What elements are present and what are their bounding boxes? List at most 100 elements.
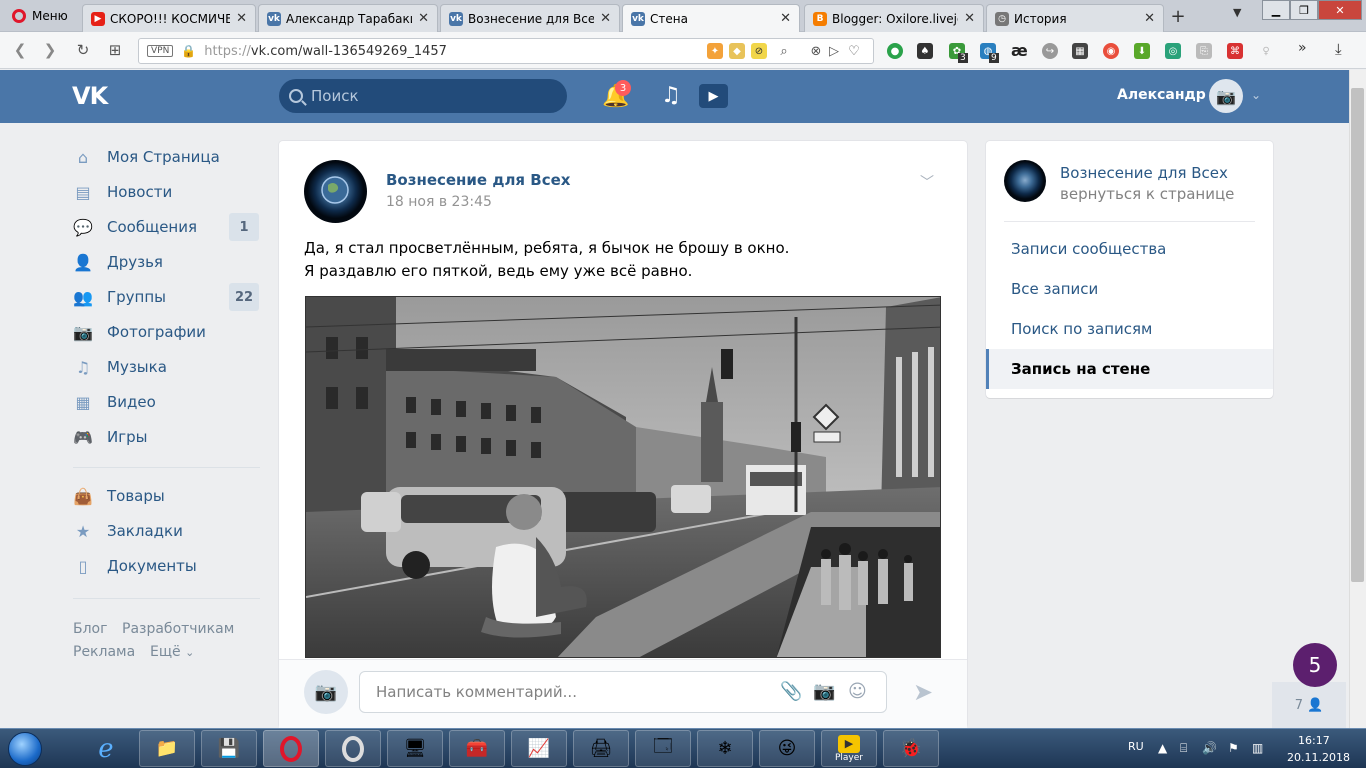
browser-tab[interactable]: vk Александр Тарабакин ✕ (258, 4, 438, 32)
smiley-app-icon[interactable]: 😜 (759, 730, 815, 767)
vk-logo[interactable]: VK (72, 82, 114, 110)
browser-tab[interactable]: vk Вознесение для Всех ✕ (440, 4, 620, 32)
more-extensions-icon[interactable]: » (1298, 40, 1307, 56)
cube-extension-icon[interactable]: ◆ (729, 43, 745, 59)
download-extension-icon[interactable]: ⬇ (1134, 43, 1150, 59)
sidebar-item-music[interactable]: ♫ Музыка (73, 351, 259, 383)
sidebar-item-news[interactable]: ▤ Новости (73, 176, 259, 208)
control-panel-icon[interactable]: 🗔 (635, 730, 691, 767)
emoji-icon[interactable]: ☺ (848, 681, 867, 702)
bookmark-heart-icon[interactable]: ♡ (846, 43, 862, 59)
chevron-down-icon[interactable]: ⌄ (1251, 88, 1261, 102)
close-tab-icon[interactable]: ✕ (236, 11, 247, 26)
comment-input[interactable]: Написать комментарий... (359, 671, 887, 713)
browser-tab[interactable]: ◷ История ✕ (986, 4, 1164, 32)
browser-tab[interactable]: BBlogger: Oxilore.livejour✕ (804, 4, 984, 32)
speed-dial-icon[interactable]: ⊞ (105, 40, 125, 60)
nav-wall-post-active[interactable]: Запись на стене (1011, 360, 1150, 378)
close-tab-icon[interactable]: ✕ (780, 11, 791, 26)
windows-extension-icon[interactable]: ▦ (1072, 43, 1088, 59)
sidebar-item-document[interactable]: ▯ Документы (73, 550, 259, 582)
green-circle-extension-icon[interactable]: ● (887, 43, 903, 59)
share-extension-icon[interactable]: ↪ (1042, 43, 1058, 59)
explorer-icon[interactable]: 📁 (139, 730, 195, 767)
header-avatar[interactable]: 📷 (1209, 79, 1243, 113)
sidebar-item-camera[interactable]: 📷 Фотографии (73, 316, 259, 348)
forward-icon[interactable]: ❯ (40, 40, 60, 60)
minimize-window-button[interactable]: ▁ (1262, 0, 1290, 20)
group-avatar-small[interactable] (1004, 160, 1046, 202)
red-bug-app-icon[interactable]: 🐞 (883, 730, 939, 767)
chart-app-icon[interactable]: 📈 (511, 730, 567, 767)
clock-time[interactable]: 16:17 (1298, 734, 1330, 747)
spy-extension-icon[interactable]: ♠ (917, 43, 933, 59)
extension-icon[interactable]: ✦ (707, 43, 723, 59)
footer-link-ads[interactable]: Реклама (73, 644, 135, 660)
nav-all-posts[interactable]: Все записи (1011, 280, 1098, 298)
sidebar-item-video[interactable]: ▦ Видео (73, 386, 259, 418)
footer-link-developers[interactable]: Разработчикам (122, 621, 234, 637)
group-avatar[interactable] (304, 160, 367, 223)
start-button[interactable] (2, 729, 48, 768)
zoom-icon[interactable]: ⌕ (776, 43, 792, 59)
reload-icon[interactable]: ↻ (73, 40, 93, 60)
attach-icon[interactable]: 📎 (780, 681, 802, 702)
downloads-icon[interactable]: ⤓ (1335, 40, 1342, 58)
translate-extension-icon[interactable]: ⎘ (1196, 43, 1212, 59)
close-window-button[interactable]: ✕ (1318, 0, 1362, 20)
tray-expand-icon[interactable]: ▲ (1158, 741, 1167, 755)
red-extension-icon[interactable]: ⌘ (1227, 43, 1243, 59)
player-play-icon[interactable]: ▶ (699, 84, 728, 108)
comment-avatar[interactable]: 📷 (304, 670, 348, 714)
floating-counter-badge[interactable]: 5 (1293, 643, 1337, 687)
photo-attach-icon[interactable]: 📷 (813, 681, 835, 702)
toolbox-icon[interactable]: 🧰 (449, 730, 505, 767)
snowflake-app-icon[interactable]: ❄ (697, 730, 753, 767)
post-author[interactable]: Вознесение для Всех (386, 171, 570, 189)
close-tab-icon[interactable]: ✕ (600, 11, 611, 26)
back-to-page-link[interactable]: вернуться к странице (1060, 185, 1234, 203)
sidebar-item-home[interactable]: ⌂ Моя Страница (73, 141, 259, 173)
sidebar-item-star[interactable]: ★ Закладки (73, 515, 259, 547)
music-icon[interactable]: ♫ (661, 83, 681, 108)
scrollbar-thumb[interactable] (1351, 88, 1364, 582)
browser-tab[interactable]: vk Стена ✕ (622, 4, 800, 32)
new-tab-button[interactable]: + (1168, 6, 1188, 27)
group-name-link[interactable]: Вознесение для Всех (1060, 164, 1228, 182)
sidebar-item-messages[interactable]: 💬 Сообщения 1 (73, 211, 259, 243)
back-icon[interactable]: ❮ (10, 40, 30, 60)
close-tab-icon[interactable]: ✕ (1144, 11, 1155, 26)
header-user-name[interactable]: Александр (1117, 87, 1206, 103)
url-text[interactable]: https://vk.com/wall-136549269_1457 (204, 44, 447, 59)
send-icon[interactable]: ➤ (913, 678, 933, 706)
flag-icon[interactable]: ⚑ (1228, 741, 1239, 755)
save-disk-icon[interactable]: 💾 (201, 730, 257, 767)
maximize-window-button[interactable]: ❐ (1290, 0, 1318, 20)
online-friends-button[interactable]: 7 👤 (1272, 682, 1346, 728)
post-menu-chevron-icon[interactable]: ﹀ (920, 172, 940, 191)
nav-search-posts[interactable]: Поиск по записям (1011, 320, 1152, 338)
close-tab-icon[interactable]: ✕ (418, 11, 429, 26)
footer-link-blog[interactable]: Блог (73, 621, 107, 637)
ae-extension-icon[interactable]: æ (1011, 41, 1028, 60)
chrome-like-extension-icon[interactable]: ◉ (1103, 43, 1119, 59)
scanner-icon[interactable]: 🖨 (573, 730, 629, 767)
device-icon[interactable]: ⌸ (1180, 741, 1187, 756)
sidebar-item-gamepad[interactable]: 🎮 Игры (73, 421, 259, 453)
vpn-extension-icon[interactable]: ◎ (1165, 43, 1181, 59)
sidebar-item-groups[interactable]: 👥 Группы 22 (73, 281, 259, 313)
nav-community-posts[interactable]: Записи сообщества (1011, 240, 1166, 258)
language-indicator[interactable]: RU (1128, 740, 1144, 753)
network-icon[interactable]: ▥ (1252, 741, 1263, 755)
post-photo[interactable] (305, 296, 941, 658)
close-tab-icon[interactable]: ✕ (964, 11, 975, 26)
lock-icon[interactable]: 🔒 (181, 44, 196, 58)
tracker-block-icon[interactable]: ⊗ (808, 43, 824, 59)
figure-extension-icon[interactable]: ♀ (1258, 43, 1274, 59)
tab-list-icon[interactable]: ▼ (1233, 6, 1241, 19)
opera-menu-button[interactable]: Меню (0, 0, 80, 32)
post-date[interactable]: 18 ноя в 23:45 (386, 194, 492, 210)
opera-gray-taskbar-icon[interactable] (325, 730, 381, 767)
sidebar-item-bag[interactable]: 👜 Товары (73, 480, 259, 512)
vpn-badge[interactable]: VPN (147, 45, 174, 57)
